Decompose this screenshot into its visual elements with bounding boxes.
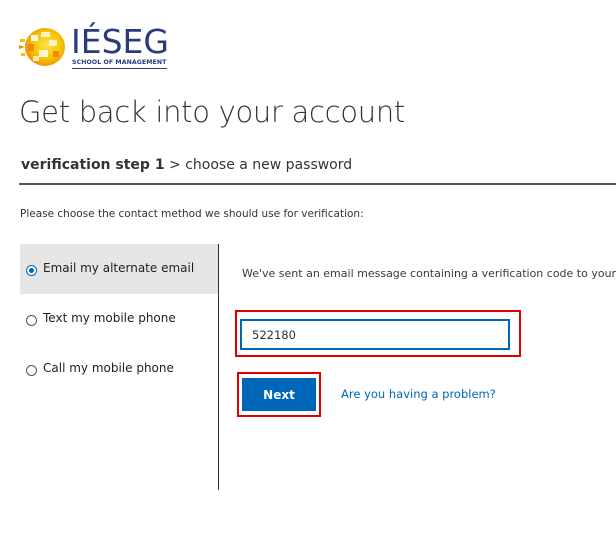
breadcrumb-divider (19, 183, 616, 185)
verification-code-input[interactable] (240, 319, 510, 350)
method-option-text[interactable]: Text my mobile phone (20, 294, 218, 344)
contact-method-list: Email my alternate email Text my mobile … (20, 244, 218, 490)
breadcrumb-separator: > (164, 157, 186, 173)
method-label: Call my mobile phone (43, 361, 174, 375)
instruction-text: Please choose the contact method we shou… (20, 208, 364, 220)
method-label: Text my mobile phone (43, 311, 176, 325)
method-pane-divider (218, 244, 219, 490)
globe-logo-icon (19, 28, 65, 66)
radio-button-selected[interactable] (26, 265, 37, 276)
logo-underline (72, 68, 167, 69)
ieseg-logo: IÉSEG SCHOOL OF MANAGEMENT (19, 24, 169, 70)
breadcrumb-next-step: choose a new password (185, 157, 353, 173)
having-a-problem-link[interactable]: Are you having a problem? (341, 387, 496, 401)
breadcrumb: verification step 1 > choose a new passw… (21, 155, 352, 175)
logo-subtitle: SCHOOL OF MANAGEMENT (72, 59, 167, 66)
logo-wordmark: IÉSEG (71, 22, 169, 61)
page-title: Get back into your account (19, 95, 405, 129)
method-option-call[interactable]: Call my mobile phone (20, 344, 218, 394)
breadcrumb-current-step: verification step 1 (21, 157, 165, 173)
radio-button[interactable] (26, 365, 37, 376)
password-reset-page: IÉSEG SCHOOL OF MANAGEMENT Get back into… (0, 0, 616, 538)
code-sent-message: We've sent an email message containing a… (242, 267, 616, 280)
next-button[interactable]: Next (242, 378, 316, 411)
radio-button[interactable] (26, 315, 37, 326)
method-label: Email my alternate email (43, 261, 195, 275)
method-option-email[interactable]: Email my alternate email (20, 244, 218, 294)
